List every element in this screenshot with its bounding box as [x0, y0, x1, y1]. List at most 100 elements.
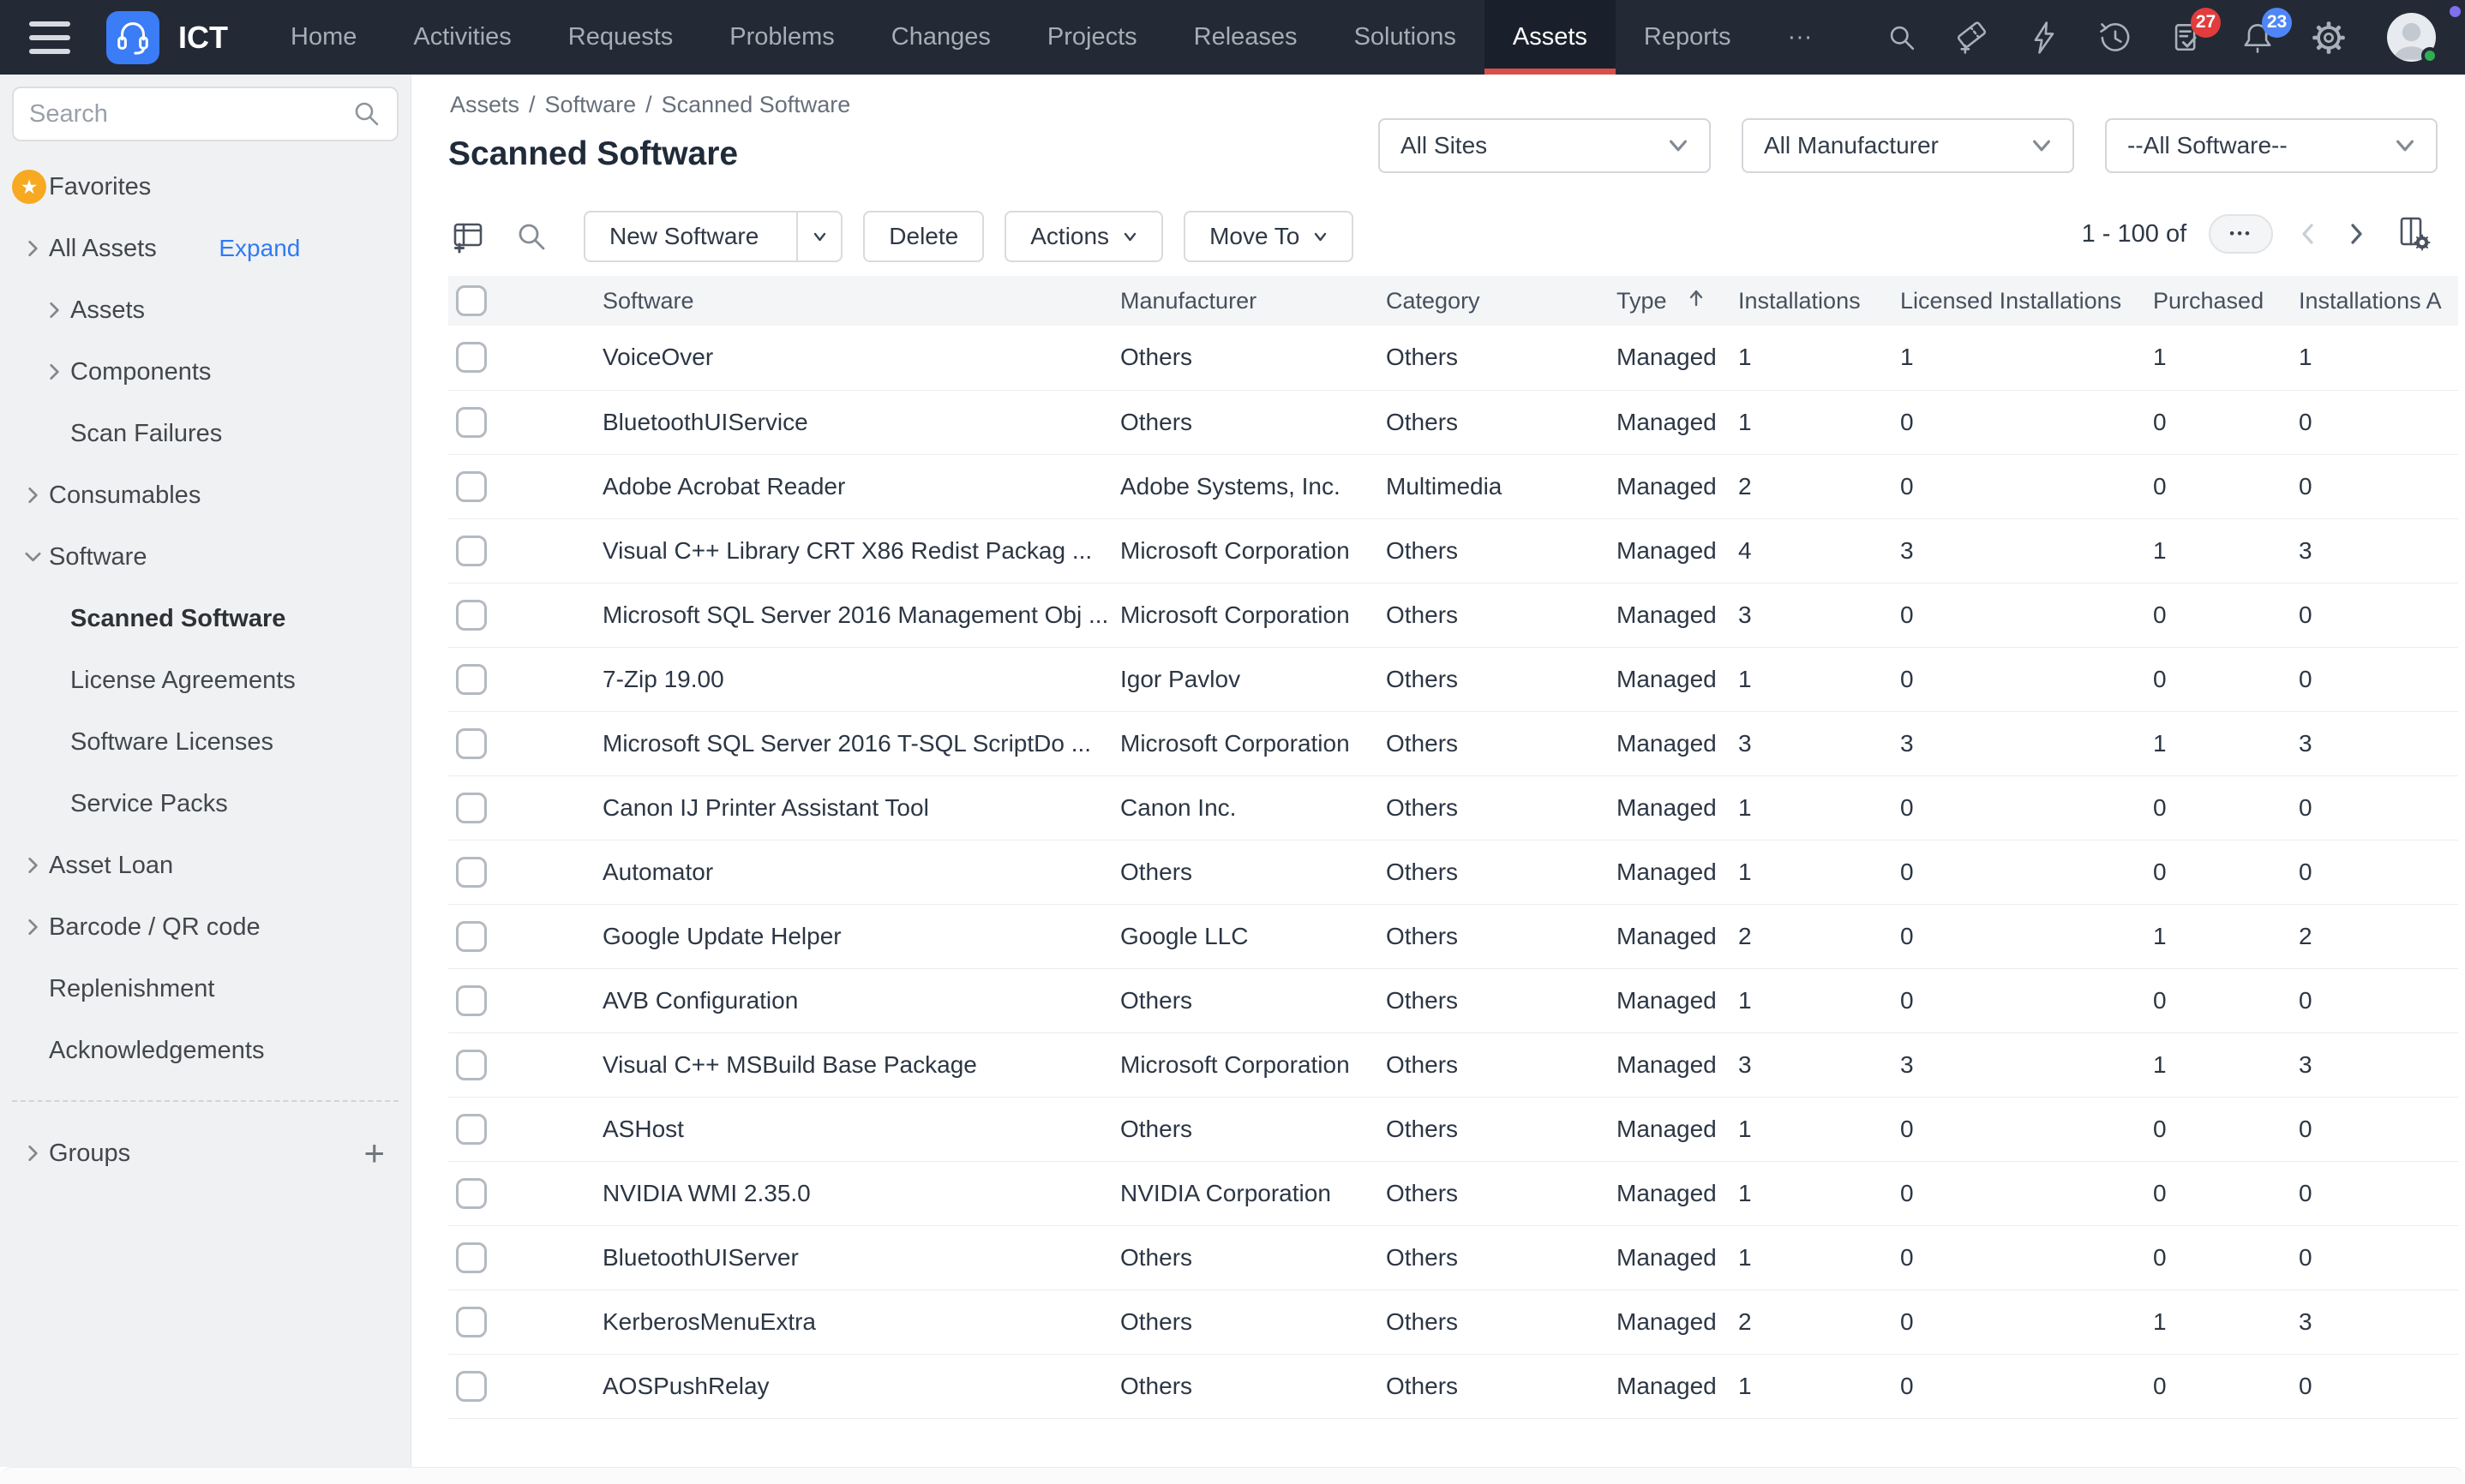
breadcrumb-software[interactable]: Software: [545, 92, 637, 118]
nav-item[interactable]: Home: [262, 0, 385, 75]
column-chooser-icon[interactable]: [2395, 214, 2434, 254]
nav-item[interactable]: Requests: [540, 0, 702, 75]
sidebar-item[interactable]: ★ License Agreements: [0, 649, 411, 711]
table-row[interactable]: 7-Zip 19.00 Igor Pavlov Others Managed 1…: [448, 647, 2458, 711]
nav-item[interactable]: Projects: [1019, 0, 1166, 75]
history-icon[interactable]: [2096, 18, 2135, 57]
table-row[interactable]: Canon IJ Printer Assistant Tool Canon In…: [448, 775, 2458, 840]
sidebar-item[interactable]: ★ Barcode / QR code: [0, 896, 411, 958]
cell-software-name[interactable]: Google Update Helper: [603, 904, 1120, 968]
sidebar-item[interactable]: ★ All Assets Expand: [0, 218, 411, 279]
table-row[interactable]: Visual C++ MSBuild Base Package Microsof…: [448, 1032, 2458, 1097]
add-ticket-icon[interactable]: [1953, 18, 1993, 57]
table-row[interactable]: Adobe Acrobat Reader Adobe Systems, Inc.…: [448, 454, 2458, 518]
row-checkbox[interactable]: [456, 342, 487, 373]
pagination-count-button[interactable]: •••: [2209, 214, 2273, 254]
sidebar-item[interactable]: ★ Service Packs: [0, 773, 411, 835]
select-all-checkbox[interactable]: [456, 285, 487, 316]
nav-item[interactable]: Solutions: [1326, 0, 1484, 75]
row-checkbox[interactable]: [456, 536, 487, 566]
header-installations[interactable]: Installations: [1738, 276, 1900, 326]
sidebar-item[interactable]: ★ Acknowledgements: [0, 1020, 411, 1081]
row-checkbox[interactable]: [456, 921, 487, 952]
row-checkbox[interactable]: [456, 471, 487, 502]
settings-gear-icon[interactable]: [2309, 18, 2348, 57]
cell-software-name[interactable]: Adobe Acrobat Reader: [603, 454, 1120, 518]
cell-software-name[interactable]: Automator: [603, 840, 1120, 904]
app-logo[interactable]: [106, 11, 159, 64]
cell-software-name[interactable]: NVIDIA WMI 2.35.0: [603, 1161, 1120, 1225]
header-purchased[interactable]: Purchased: [2153, 276, 2299, 326]
table-row[interactable]: ASHost Others Others Managed 1 0 0 0: [448, 1097, 2458, 1161]
horizontal-scrollbar-track[interactable]: [0, 1467, 2465, 1484]
nav-item[interactable]: Assets: [1484, 0, 1616, 75]
row-checkbox[interactable]: [456, 1050, 487, 1080]
user-avatar[interactable]: [2387, 13, 2436, 62]
table-row[interactable]: Visual C++ Library CRT X86 Redist Packag…: [448, 518, 2458, 583]
table-search-icon[interactable]: [512, 217, 551, 256]
table-row[interactable]: BluetoothUIService Others Others Managed…: [448, 390, 2458, 454]
manufacturer-filter-dropdown[interactable]: All Manufacturer: [1742, 118, 2074, 173]
cell-software-name[interactable]: ASHost: [603, 1097, 1120, 1161]
sidebar-item[interactable]: ★ Groups +: [0, 1122, 411, 1184]
nav-item[interactable]: Activities: [385, 0, 539, 75]
sidebar-item[interactable]: ★ Assets: [0, 279, 411, 341]
hamburger-menu-icon[interactable]: [29, 21, 70, 54]
sidebar-item[interactable]: ★ Scan Failures: [0, 403, 411, 464]
header-category[interactable]: Category: [1386, 276, 1616, 326]
row-checkbox[interactable]: [456, 1178, 487, 1209]
nav-item[interactable]: ···: [1759, 0, 1840, 75]
delete-button[interactable]: Delete: [863, 211, 984, 262]
quick-actions-icon[interactable]: [2024, 18, 2064, 57]
software-filter-dropdown[interactable]: --All Software--: [2105, 118, 2438, 173]
next-page-icon[interactable]: [2343, 221, 2369, 247]
table-row[interactable]: Automator Others Others Managed 1 0 0 0: [448, 840, 2458, 904]
row-checkbox[interactable]: [456, 407, 487, 438]
move-to-button[interactable]: Move To: [1184, 211, 1353, 262]
cell-software-name[interactable]: Visual C++ MSBuild Base Package: [603, 1032, 1120, 1097]
nav-item[interactable]: Releases: [1166, 0, 1326, 75]
row-checkbox[interactable]: [456, 1371, 487, 1402]
table-row[interactable]: AOSPushRelay Others Others Managed 1 0 0…: [448, 1354, 2458, 1418]
table-row[interactable]: KerberosMenuExtra Others Others Managed …: [448, 1290, 2458, 1354]
sidebar-item[interactable]: ★ Asset Loan: [0, 835, 411, 896]
search-icon[interactable]: [1882, 18, 1922, 57]
row-checkbox[interactable]: [456, 857, 487, 888]
header-manufacturer[interactable]: Manufacturer: [1120, 276, 1386, 326]
row-checkbox[interactable]: [456, 600, 487, 631]
sidebar-item[interactable]: ★ Software: [0, 526, 411, 588]
actions-button[interactable]: Actions: [1005, 211, 1163, 262]
site-filter-dropdown[interactable]: All Sites: [1378, 118, 1711, 173]
new-software-label[interactable]: New Software: [585, 212, 783, 260]
sidebar-item[interactable]: ★ Favorites: [0, 156, 411, 218]
cell-software-name[interactable]: BluetoothUIServer: [603, 1225, 1120, 1290]
sidebar-search-input[interactable]: [29, 100, 352, 129]
cell-software-name[interactable]: BluetoothUIService: [603, 390, 1120, 454]
cell-software-name[interactable]: 7-Zip 19.00: [603, 647, 1120, 711]
row-checkbox[interactable]: [456, 1114, 487, 1145]
expand-link[interactable]: Expand: [219, 235, 300, 262]
row-checkbox[interactable]: [456, 1307, 487, 1337]
cell-software-name[interactable]: Microsoft SQL Server 2016 T-SQL ScriptDo…: [603, 711, 1120, 775]
sidebar-search[interactable]: [12, 87, 399, 141]
new-software-button[interactable]: New Software: [584, 211, 843, 262]
previous-page-icon[interactable]: [2295, 221, 2321, 247]
cell-software-name[interactable]: VoiceOver: [603, 326, 1120, 390]
cell-software-name[interactable]: Microsoft SQL Server 2016 Management Obj…: [603, 583, 1120, 647]
breadcrumb-assets[interactable]: Assets: [450, 92, 519, 118]
row-checkbox[interactable]: [456, 793, 487, 823]
cell-software-name[interactable]: Visual C++ Library CRT X86 Redist Packag…: [603, 518, 1120, 583]
table-row[interactable]: Google Update Helper Google LLC Others M…: [448, 904, 2458, 968]
table-row[interactable]: BluetoothUIServer Others Others Managed …: [448, 1225, 2458, 1290]
header-licensed-installations[interactable]: Licensed Installations: [1900, 276, 2153, 326]
cell-software-name[interactable]: AVB Configuration: [603, 968, 1120, 1032]
custom-view-table-icon[interactable]: [448, 217, 488, 256]
row-checkbox[interactable]: [456, 1242, 487, 1273]
cell-software-name[interactable]: Canon IJ Printer Assistant Tool: [603, 775, 1120, 840]
sidebar-item[interactable]: ★ Consumables: [0, 464, 411, 526]
row-checkbox[interactable]: [456, 985, 487, 1016]
sidebar-item[interactable]: ★ Scanned Software: [0, 588, 411, 649]
header-type[interactable]: Type: [1616, 276, 1738, 326]
table-row[interactable]: VoiceOver Others Others Managed 1 1 1 1: [448, 326, 2458, 390]
table-row[interactable]: NVIDIA WMI 2.35.0 NVIDIA Corporation Oth…: [448, 1161, 2458, 1225]
